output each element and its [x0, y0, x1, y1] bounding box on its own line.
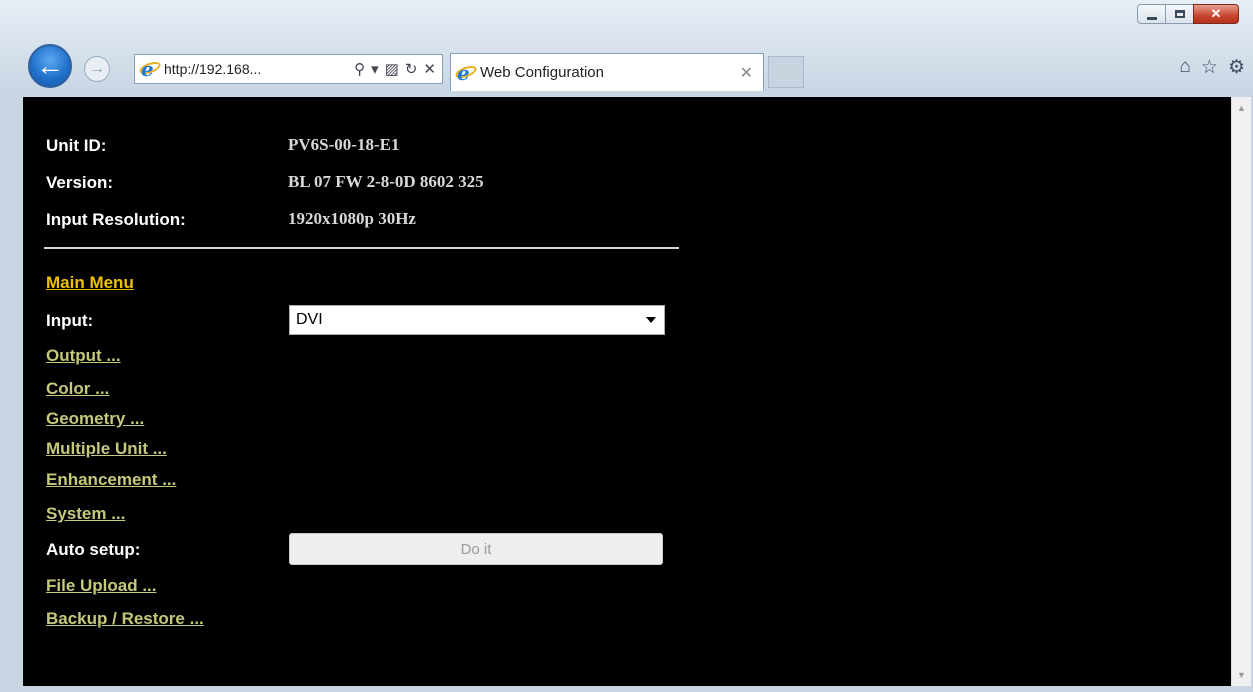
tab-title: Web Configuration [480, 64, 604, 81]
forward-arrow-icon: → [89, 60, 105, 77]
favorites-star-icon[interactable]: ☆ [1201, 56, 1218, 79]
settings-gear-icon[interactable]: ⚙ [1228, 56, 1245, 79]
unit-id-value: PV6S-00-18-E1 [288, 135, 400, 154]
compatibility-icon[interactable]: ▨ [385, 60, 399, 78]
back-button[interactable]: ← [28, 44, 72, 88]
scroll-up-icon[interactable]: ▲ [1237, 103, 1246, 113]
address-text: http://192.168... [164, 61, 262, 77]
input-label: Input: [46, 311, 94, 330]
output-link[interactable]: Output ... [46, 346, 121, 366]
scroll-down-icon[interactable]: ▼ [1237, 670, 1246, 680]
system-link[interactable]: System ... [46, 504, 125, 524]
multiple-unit-link[interactable]: Multiple Unit ... [46, 439, 167, 459]
refresh-icon[interactable]: ↻ [405, 60, 418, 78]
do-it-button[interactable]: Do it [289, 533, 663, 565]
dropdown-icon[interactable]: ▾ [371, 60, 379, 78]
new-tab-button[interactable] [768, 56, 804, 88]
forward-button[interactable]: → [84, 56, 110, 82]
minimize-icon [1146, 16, 1157, 20]
geometry-link[interactable]: Geometry ... [46, 409, 144, 429]
close-window-button[interactable]: ✕ [1193, 4, 1239, 24]
home-icon[interactable]: ⌂ [1179, 56, 1190, 79]
page-content [23, 97, 1231, 686]
input-select-value: DVI [296, 311, 323, 328]
file-upload-link[interactable]: File Upload ... [46, 576, 157, 596]
address-bar[interactable]: e http://192.168... ⚲ ▾ ▨ ↻ ✕ [134, 54, 443, 84]
ie-icon: e [453, 61, 479, 85]
vertical-scrollbar[interactable]: ▲ ▼ [1231, 97, 1251, 686]
maximize-button[interactable] [1165, 4, 1194, 24]
close-tab-icon[interactable]: ✕ [740, 63, 753, 83]
version-value: BL 07 FW 2-8-0D 8602 325 [288, 172, 484, 191]
stop-icon[interactable]: ✕ [423, 60, 436, 78]
main-menu-link[interactable]: Main Menu [46, 273, 134, 293]
window-controls: ✕ [1137, 4, 1239, 24]
version-label: Version: [46, 173, 114, 192]
close-icon: ✕ [1210, 6, 1222, 21]
back-arrow-icon: ← [36, 50, 64, 81]
chevron-down-icon [646, 317, 656, 323]
unit-id-label: Unit ID: [46, 136, 107, 155]
input-resolution-label: Input Resolution: [46, 210, 186, 229]
input-select[interactable]: DVI [289, 305, 665, 335]
divider [44, 247, 679, 249]
auto-setup-label: Auto setup: [46, 540, 141, 559]
tab-web-configuration[interactable]: e Web Configuration ✕ [450, 53, 764, 91]
enhancement-link[interactable]: Enhancement ... [46, 470, 176, 490]
backup-restore-link[interactable]: Backup / Restore ... [46, 609, 204, 629]
color-link[interactable]: Color ... [46, 379, 109, 399]
search-icon[interactable]: ⚲ [354, 60, 365, 78]
minimize-button[interactable] [1137, 4, 1166, 24]
ie-icon: e [137, 57, 163, 81]
input-resolution-value: 1920x1080p 30Hz [288, 209, 416, 228]
maximize-icon [1174, 10, 1185, 18]
